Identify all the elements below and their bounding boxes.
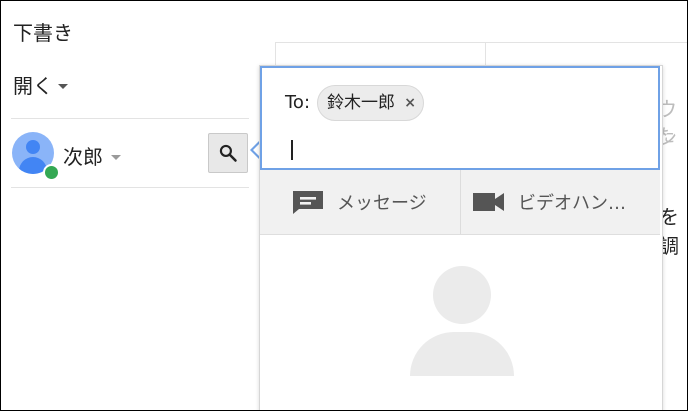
message-button-label: メッセージ xyxy=(337,193,427,214)
placeholder-head xyxy=(433,266,491,324)
action-separator xyxy=(460,170,461,234)
background-text-fragment: を調 xyxy=(659,205,679,258)
user-name: 次郎 xyxy=(63,145,103,169)
online-status-icon xyxy=(43,164,60,181)
sidebar-divider xyxy=(11,118,249,119)
search-icon xyxy=(219,144,237,162)
app-window: ウン た を調 下書き 開く 次郎 To: 鈴木一郎 × メッセージ ビデオハン… xyxy=(0,0,688,411)
search-button[interactable] xyxy=(208,133,248,173)
recipient-chip-label: 鈴木一郎 xyxy=(327,93,395,113)
chevron-down-icon xyxy=(58,83,68,89)
message-button[interactable]: メッセージ xyxy=(291,170,427,234)
recipient-chip[interactable]: 鈴木一郎 × xyxy=(317,85,424,121)
remove-recipient-icon[interactable]: × xyxy=(404,86,416,120)
avatar-head xyxy=(26,140,40,154)
user-switcher[interactable]: 次郎 xyxy=(63,141,121,170)
drafts-heading[interactable]: 下書き xyxy=(13,17,73,46)
placeholder-body xyxy=(410,332,514,376)
to-label: To: xyxy=(285,92,311,113)
recipient-field[interactable]: To: 鈴木一郎 × xyxy=(260,66,660,170)
text-cursor xyxy=(291,140,293,160)
video-icon xyxy=(473,193,504,211)
action-bar: メッセージ ビデオハン… xyxy=(260,170,660,235)
open-menu[interactable]: 開く xyxy=(13,70,68,99)
message-icon xyxy=(293,191,323,214)
video-call-button[interactable]: ビデオハン… xyxy=(472,170,626,234)
chevron-down-icon xyxy=(111,154,121,160)
video-call-button-label: ビデオハン… xyxy=(518,193,626,214)
open-label: 開く xyxy=(13,74,53,98)
person-placeholder-icon xyxy=(410,266,514,376)
new-conversation-popup: To: 鈴木一郎 × メッセージ ビデオハン… xyxy=(259,65,663,410)
sidebar-divider xyxy=(11,187,249,188)
